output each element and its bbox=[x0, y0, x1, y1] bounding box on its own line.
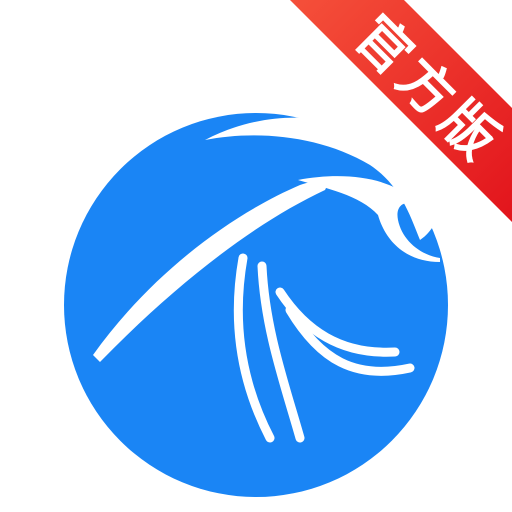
app-icon: 官方版 bbox=[0, 0, 512, 512]
